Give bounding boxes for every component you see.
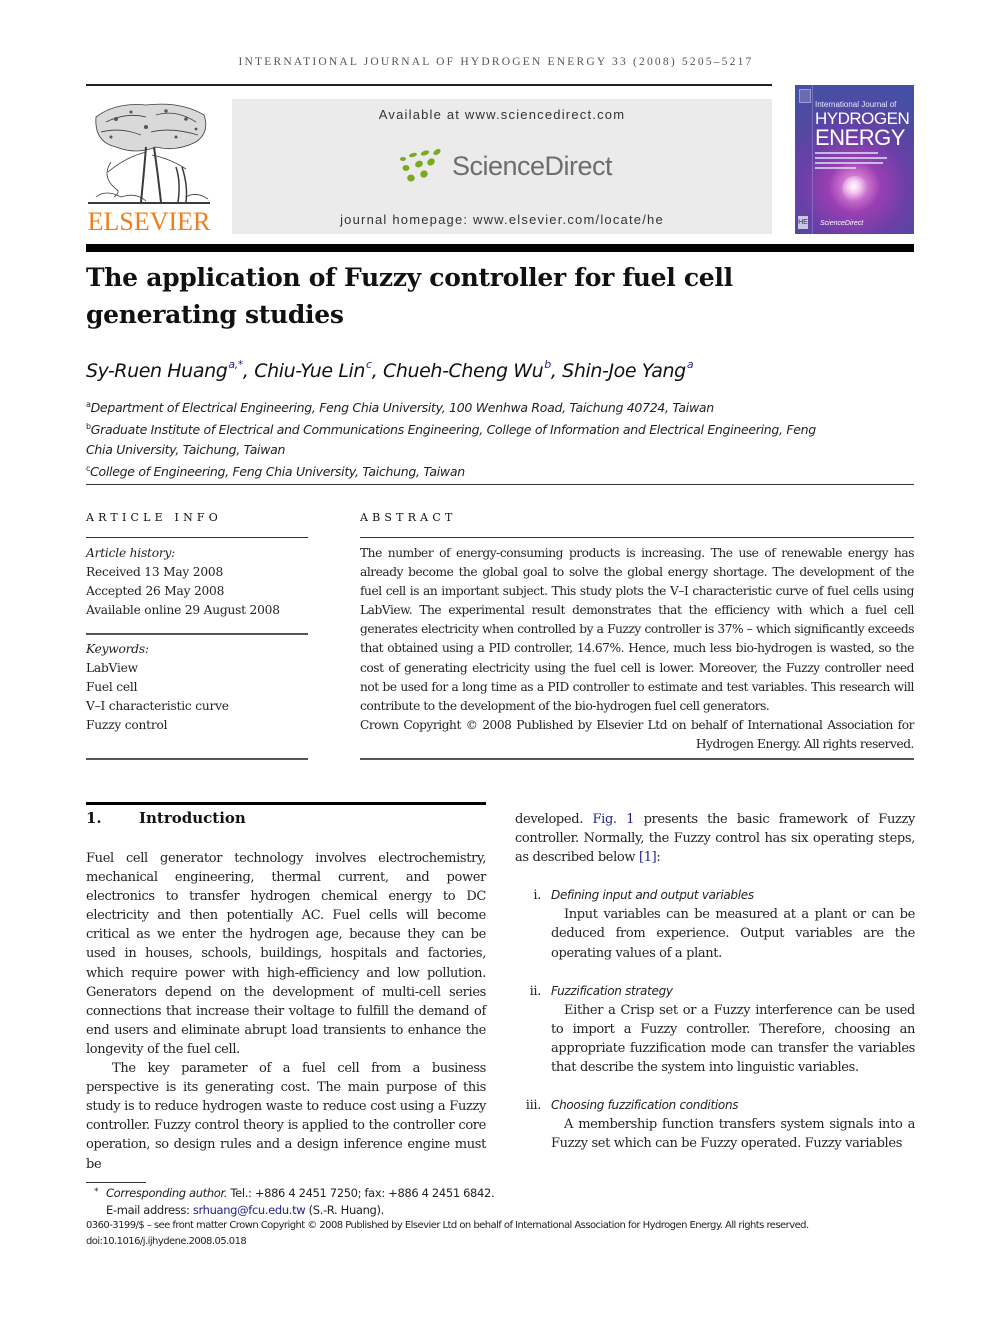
- running-head: INTERNATIONAL JOURNAL OF HYDROGEN ENERGY…: [238, 56, 754, 68]
- text-run: :: [656, 850, 661, 866]
- journal-cover-image: International Journal of HYDROGEN ENERGY…: [795, 85, 914, 234]
- history-item: Received 13 May 2008: [86, 565, 224, 580]
- article-info-heading: ARTICLE INFO: [86, 511, 222, 524]
- email-link[interactable]: srhuang@fcu.edu.tw: [193, 1203, 306, 1217]
- header-rule: [86, 84, 772, 86]
- reference-link[interactable]: [1]: [639, 850, 657, 865]
- doi-line[interactable]: doi:10.1016/j.ijhydene.2008.05.018: [86, 1234, 916, 1250]
- article-info-rule: [86, 758, 308, 760]
- sciencedirect-wordmark: ScienceDirect: [452, 151, 613, 181]
- author-list: Sy-Ruen Huanga,*, Chiu-Yue Linc, Chueh-C…: [86, 358, 694, 382]
- contact-text: Tel.: +886 4 2451 7250; fax: +886 4 2451…: [227, 1186, 495, 1200]
- footnote-email: E-mail address: srhuang@fcu.edu.tw (S.-R…: [86, 1202, 916, 1219]
- keyword-item[interactable]: LabView: [86, 659, 308, 678]
- keyword-item[interactable]: Fuel cell: [86, 678, 308, 697]
- paragraph: The key parameter of a fuel cell from a …: [86, 1061, 486, 1172]
- affiliations: aDepartment of Electrical Engineering, F…: [86, 395, 846, 481]
- step-item: ii. Fuzzification strategy Either a Cris…: [515, 982, 916, 1077]
- author-affiliation-marker[interactable]: b: [544, 358, 551, 371]
- affiliation-item: aDepartment of Electrical Engineering, F…: [86, 395, 846, 417]
- author-name[interactable]: Shin-Joe Yang: [562, 360, 686, 382]
- step-numeral: iii.: [525, 1098, 542, 1114]
- article-info-rule: [86, 537, 308, 538]
- front-matter-notice: 0360-3199/$ – see front matter Crown Cop…: [86, 1218, 916, 1250]
- elsevier-tree-logo-icon: [88, 103, 210, 204]
- cover-elsevier-mark-icon: [799, 89, 811, 103]
- section-rule: [86, 802, 486, 805]
- affiliation-text: Graduate Institute of Electrical and Com…: [86, 422, 816, 457]
- footnote-star: *: [94, 1187, 99, 1197]
- keyword-item[interactable]: V–I characteristic curve: [86, 697, 308, 716]
- footnote-corresponding: * Corresponding author. Tel.: +886 4 2451…: [86, 1185, 916, 1202]
- abstract-text: The number of energy-consuming products …: [360, 544, 914, 754]
- article-info-rule: [86, 633, 308, 635]
- article-history-label: Article history:: [86, 546, 176, 560]
- author-affiliation-marker[interactable]: c: [366, 358, 372, 371]
- keywords-label: Keywords:: [86, 642, 149, 656]
- cover-editors: [815, 152, 905, 170]
- article-title: The application of Fuzzy controller for …: [86, 263, 733, 329]
- step-title: Choosing fuzzification conditions: [551, 1098, 739, 1113]
- cover-badge: HE: [798, 216, 808, 229]
- affiliation-text: College of Engineering, Feng Chia Univer…: [90, 463, 465, 479]
- author-affiliation-marker[interactable]: a,*: [228, 358, 243, 371]
- affiliation-item: cCollege of Engineering, Feng Chia Unive…: [86, 459, 846, 481]
- email-label: E-mail address:: [106, 1203, 193, 1217]
- journal-homepage-link[interactable]: journal homepage: www.elsevier.com/locat…: [232, 212, 772, 227]
- step-body: A membership function transfers system s…: [551, 1117, 915, 1152]
- author-affiliation-marker[interactable]: a: [687, 358, 694, 371]
- step-numeral: ii.: [529, 983, 542, 999]
- footnote-rule: [86, 1182, 146, 1183]
- keywords: Keywords: LabView Fuel cell V–I characte…: [86, 640, 308, 735]
- step-item: iii. Choosing fuzzification conditions A…: [515, 1096, 916, 1153]
- sciencedirect-banner: Available at www.sciencedirect.com Scien…: [232, 99, 772, 234]
- author-name[interactable]: Sy-Ruen Huang: [86, 360, 228, 382]
- step-numeral: i.: [533, 888, 541, 904]
- email-suffix: (S.-R. Huang).: [305, 1203, 385, 1217]
- text-run: developed.: [515, 812, 593, 827]
- article-history: Article history: Received 13 May 2008 Ac…: [86, 544, 308, 620]
- step-body: Either a Crisp set or a Fuzzy interferen…: [551, 1002, 915, 1076]
- history-item: Accepted 26 May 2008: [86, 584, 225, 599]
- cover-divider: [812, 85, 813, 234]
- right-column-text: developed. Fig. 1 presents the basic fra…: [515, 810, 915, 1172]
- issn-line: 0360-3199/$ – see front matter Crown Cop…: [86, 1220, 809, 1231]
- author-name[interactable]: Chiu-Yue Lin: [254, 360, 365, 382]
- affiliations-rule: [86, 484, 914, 485]
- corresponding-label: Corresponding author.: [106, 1186, 228, 1200]
- history-item: Available online 29 August 2008: [86, 603, 280, 618]
- abstract-heading: ABSTRACT: [360, 511, 457, 524]
- author-name[interactable]: Chueh-Cheng Wu: [383, 360, 544, 382]
- footnote: * Corresponding author. Tel.: +886 4 2451…: [86, 1185, 916, 1219]
- abstract-copyright: Crown Copyright © 2008 Published by Else…: [360, 717, 914, 751]
- step-item: i. Defining input and output variables I…: [515, 886, 915, 962]
- section-title: Introduction: [139, 809, 246, 827]
- steps-list: i. Defining input and output variables I…: [515, 886, 916, 1153]
- paragraph: developed. Fig. 1 presents the basic fra…: [515, 810, 915, 867]
- left-column-text: Fuel cell generator technology involves …: [86, 849, 486, 1174]
- keyword-item[interactable]: Fuzzy control: [86, 716, 308, 735]
- masthead-rule: [86, 244, 914, 252]
- cover-energy: ENERGY: [815, 125, 905, 150]
- step-body: Input variables can be measured at a pla…: [551, 907, 915, 961]
- affiliation-item: bGraduate Institute of Electrical and Co…: [86, 417, 846, 459]
- cover-sciencedirect: ScienceDirect: [820, 220, 864, 227]
- step-title: Fuzzification strategy: [551, 983, 673, 998]
- cover-orb-icon: [842, 176, 868, 202]
- section-number: 1.: [86, 809, 102, 827]
- paragraph: Fuel cell generator technology involves …: [86, 851, 486, 1057]
- abstract-rule: [360, 537, 914, 538]
- sciencedirect-logo[interactable]: ScienceDirect: [397, 147, 617, 187]
- available-at-link[interactable]: Available at www.sciencedirect.com: [232, 107, 772, 122]
- abstract-body: The number of energy-consuming products …: [360, 546, 914, 713]
- affiliation-text: Department of Electrical Engineering, Fe…: [90, 400, 715, 415]
- abstract-rule: [360, 758, 914, 760]
- cover-journal-line: International Journal of: [815, 100, 897, 109]
- step-title: Defining input and output variables: [551, 888, 754, 903]
- section-heading: 1. Introduction: [86, 809, 246, 827]
- figure-link[interactable]: Fig. 1: [592, 812, 634, 827]
- sciencedirect-dots-icon: [400, 149, 441, 182]
- elsevier-wordmark: ELSEVIER: [87, 207, 211, 236]
